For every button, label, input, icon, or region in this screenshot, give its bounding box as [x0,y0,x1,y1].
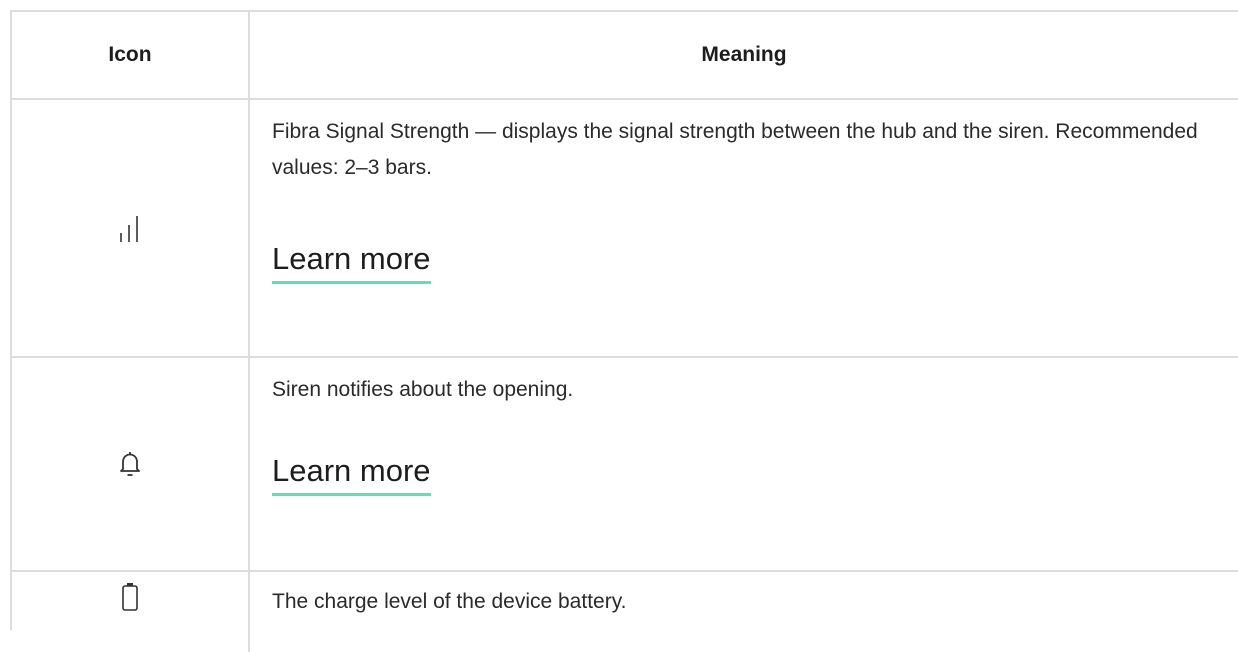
meaning-cell: The charge level of the device battery. [250,572,1238,652]
meaning-text: Siren notifies about the opening. [272,378,574,401]
table-row: Siren notifies about the opening. Learn … [12,358,1238,572]
meaning-text: The charge level of the device battery. [272,590,627,613]
icon-cell [12,358,250,570]
battery-icon [121,582,139,612]
learn-more-link[interactable]: Learn more [272,240,431,284]
meaning-cell: Fibra Signal Strength — displays the sig… [250,100,1238,356]
learn-more-link[interactable]: Learn more [272,452,431,496]
icon-cell [12,100,250,356]
header-cell-icon: Icon [12,12,250,98]
bell-icon [118,450,142,478]
signal-strength-icon [118,213,142,243]
table-header-row: Icon Meaning [12,12,1238,100]
table-row: The charge level of the device battery. [12,572,1238,652]
header-icon-label: Icon [108,43,152,66]
icon-cell [12,572,250,652]
icon-meaning-table: Icon Meaning Fibra Signal Strength — dis… [10,10,1238,652]
meaning-text: Fibra Signal Strength — displays the sig… [272,120,1198,179]
header-cell-meaning: Meaning [250,12,1238,98]
meaning-cell: Siren notifies about the opening. Learn … [250,358,1238,570]
header-meaning-label: Meaning [701,43,787,66]
table-row: Fibra Signal Strength — displays the sig… [12,100,1238,358]
